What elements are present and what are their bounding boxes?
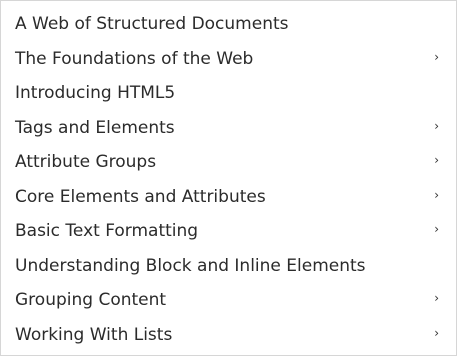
menu-item-label: A Web of Structured Documents [15, 14, 289, 34]
chevron-right-icon: › [434, 187, 439, 202]
chevron-right-icon: › [434, 118, 439, 133]
menu-item-understanding-block-and-inline-elements[interactable]: Understanding Block and Inline Elements [1, 251, 456, 286]
menu-item-label: The Foundations of the Web [15, 48, 254, 69]
menu-item-label: Basic Text Formatting [15, 221, 199, 241]
chevron-right-icon: › [434, 49, 439, 64]
menu-item-label: Core Elements and Attributes [15, 186, 266, 207]
menu-item-the-foundations-of-the-web[interactable]: The Foundations of the Web › [1, 44, 456, 79]
menu-item-grouping-content[interactable]: Grouping Content › [1, 285, 456, 320]
menu-item-label: Working With Lists [15, 324, 173, 345]
menu-item-core-elements-and-attributes[interactable]: Core Elements and Attributes › [1, 182, 456, 217]
chevron-right-icon: › [434, 291, 439, 305]
menu-item-a-web-of-structured-documents[interactable]: A Web of Structured Documents [1, 9, 456, 44]
menu-item-tags-and-elements[interactable]: Tags and Elements › [1, 113, 456, 148]
chapter-menu: A Web of Structured Documents The Founda… [0, 0, 457, 356]
chevron-right-icon: › [434, 222, 439, 236]
menu-item-basic-text-formatting[interactable]: Basic Text Formatting › [1, 216, 456, 251]
menu-item-label: Attribute Groups [15, 152, 157, 172]
menu-item-label: Grouping Content [15, 290, 167, 310]
menu-item-label: Tags and Elements [15, 117, 175, 138]
menu-item-attribute-groups[interactable]: Attribute Groups › [1, 147, 456, 182]
chevron-right-icon: › [434, 153, 439, 167]
menu-item-label: Understanding Block and Inline Elements [15, 255, 366, 276]
menu-item-working-with-lists[interactable]: Working With Lists › [1, 320, 456, 355]
chevron-right-icon: › [434, 325, 439, 340]
menu-item-label: Introducing HTML5 [15, 83, 176, 103]
menu-item-introducing-html5[interactable]: Introducing HTML5 [1, 78, 456, 113]
